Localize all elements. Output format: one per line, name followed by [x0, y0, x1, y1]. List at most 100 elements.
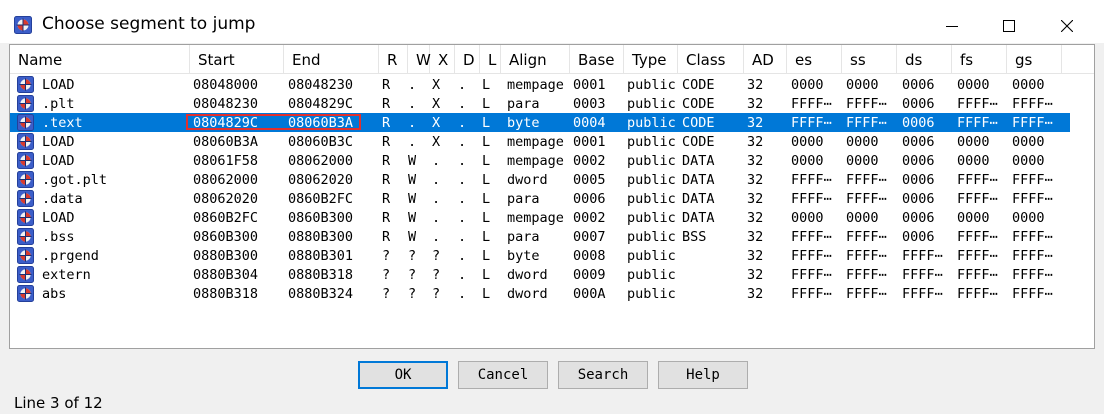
column-header-fs[interactable]: fs — [952, 45, 1007, 73]
cell-ss: 0000 — [846, 77, 879, 93]
cell-ds: FFFF⋯ — [902, 286, 943, 302]
cell-gs: 0000 — [1012, 153, 1045, 169]
column-header-x[interactable]: X — [430, 45, 455, 73]
cell-gs: FFFF⋯ — [1012, 191, 1053, 207]
cell-start: 0880B318 — [193, 286, 259, 302]
cell-ad: 32 — [747, 134, 764, 150]
cell-name: LOAD — [42, 210, 75, 226]
close-button[interactable] — [1044, 11, 1090, 41]
column-header-gs[interactable]: gs — [1007, 45, 1062, 73]
column-header-ad[interactable]: AD — [744, 45, 787, 73]
cell-d: . — [458, 96, 467, 112]
cell-name: .data — [42, 191, 83, 207]
table-row[interactable]: LOAD 08060B3A 08060B3C R. X. Lmempage 0001 publ… — [10, 132, 1070, 151]
cell-w: W — [408, 210, 417, 226]
cell-ad: 32 — [747, 191, 764, 207]
maximize-button[interactable] — [986, 11, 1032, 41]
cell-type: public — [627, 134, 676, 150]
cell-w: . — [408, 96, 417, 112]
cell-ds: 0006 — [902, 115, 935, 131]
cell-es: FFFF⋯ — [791, 115, 832, 131]
column-header-base[interactable]: Base — [570, 45, 624, 73]
cell-es: 0000 — [791, 153, 824, 169]
column-header-start[interactable]: Start — [190, 45, 284, 73]
cell-ad: 32 — [747, 153, 764, 169]
table-row[interactable]: .data 08062020 0860B2FC R W.. Lpara 0006 public… — [10, 189, 1070, 208]
column-header-type[interactable]: Type — [624, 45, 678, 73]
highlight-box — [186, 114, 361, 130]
column-header-align[interactable]: Align — [501, 45, 570, 73]
cell-type: public — [627, 267, 676, 283]
cell-align: dword — [507, 267, 548, 283]
cell-x: ? — [432, 248, 441, 264]
cell-es: FFFF⋯ — [791, 267, 832, 283]
column-header-ss[interactable]: ss — [842, 45, 897, 73]
cell-type: public — [627, 115, 676, 131]
cell-name: extern — [42, 267, 91, 283]
column-header-class[interactable]: Class — [678, 45, 744, 73]
table-row[interactable]: .got.plt 08062000 08062020 R W.. Ldword 0005 pu… — [10, 170, 1070, 189]
column-header-r[interactable]: R — [379, 45, 408, 73]
table-row[interactable]: .prgend 0880B300 0880B301???. Lbyte 0008 publ… — [10, 246, 1070, 265]
column-header-ds[interactable]: ds — [897, 45, 952, 73]
cell-ss: FFFF⋯ — [846, 96, 887, 112]
cell-align: dword — [507, 172, 548, 188]
column-header-end[interactable]: End — [284, 45, 379, 73]
cell-base: 0002 — [573, 210, 606, 226]
cell-fs: FFFF⋯ — [957, 96, 998, 112]
table-row[interactable]: .bss 0860B300 0880B300 R W.. Lpara 0007 public B… — [10, 227, 1070, 246]
table-row[interactable]: .plt 08048230 0804829C R. X. Lpara 0003 public C… — [10, 94, 1070, 113]
segment-list[interactable]: Name Start End R W X D L Align Base Type Class AD es s… — [9, 44, 1095, 349]
cell-ds: 0006 — [902, 210, 935, 226]
table-row[interactable]: LOAD 08048000 08048230 R. X. Lmempage 0001 publ… — [10, 75, 1070, 94]
cell-l: L — [482, 248, 491, 264]
cell-w: . — [408, 134, 417, 150]
cell-ss: FFFF⋯ — [846, 191, 887, 207]
column-header-l[interactable]: L — [480, 45, 501, 73]
column-header-d[interactable]: D — [455, 45, 480, 73]
search-button[interactable]: Search — [558, 361, 648, 389]
table-row[interactable]: .text 0804829C 08060B3A R. X. Lbyte 0004 public… — [10, 113, 1070, 132]
cell-l: L — [482, 96, 491, 112]
table-row[interactable]: abs 0880B318 0880B324???. Ldword 000A public 3… — [10, 284, 1070, 303]
cell-d: . — [458, 172, 467, 188]
table-row[interactable]: extern 0880B304 0880B318???. Ldword 0009 publ… — [10, 265, 1070, 284]
cell-name: LOAD — [42, 77, 75, 93]
cell-ad: 32 — [747, 210, 764, 226]
cell-start: 0880B304 — [193, 267, 259, 283]
column-header-es[interactable]: es — [787, 45, 842, 73]
cell-ss: FFFF⋯ — [846, 286, 887, 302]
cell-fs: FFFF⋯ — [957, 248, 998, 264]
table-row[interactable]: LOAD 0860B2FC 0860B300 R W.. Lmempage 0002 publ… — [10, 208, 1070, 227]
cell-align: mempage — [507, 77, 564, 93]
cell-fs: FFFF⋯ — [957, 191, 998, 207]
segment-icon — [17, 133, 34, 150]
segment-icon — [17, 152, 34, 169]
cancel-button[interactable]: Cancel — [458, 361, 548, 389]
column-header-w[interactable]: W — [408, 45, 431, 73]
cell-name: LOAD — [42, 153, 75, 169]
cell-ad: 32 — [747, 172, 764, 188]
cell-w: . — [408, 77, 417, 93]
cell-start: 08048230 — [193, 96, 259, 112]
cell-end: 0880B318 — [288, 267, 354, 283]
cell-l: L — [482, 229, 491, 245]
column-header: Name Start End R W X D L Align Base Type Class AD es s… — [10, 45, 1094, 74]
cell-es: 0000 — [791, 77, 824, 93]
column-header-name[interactable]: Name — [10, 45, 190, 73]
cell-l: L — [482, 191, 491, 207]
cell-fs: FFFF⋯ — [957, 172, 998, 188]
help-button[interactable]: Help — [658, 361, 748, 389]
cell-x: ? — [432, 286, 441, 302]
cell-fs: FFFF⋯ — [957, 115, 998, 131]
cell-x: X — [432, 77, 441, 93]
cell-ds: 0006 — [902, 191, 935, 207]
ok-button[interactable]: OK — [358, 361, 448, 389]
cell-gs: 0000 — [1012, 210, 1045, 226]
cell-base: 0009 — [573, 267, 606, 283]
ida-app-icon — [14, 16, 32, 34]
minimize-button[interactable] — [929, 11, 975, 41]
cell-l: L — [482, 77, 491, 93]
cell-es: FFFF⋯ — [791, 172, 832, 188]
table-row[interactable]: LOAD 08061F58 08062000 R W.. Lmempage 0002 publ… — [10, 151, 1070, 170]
